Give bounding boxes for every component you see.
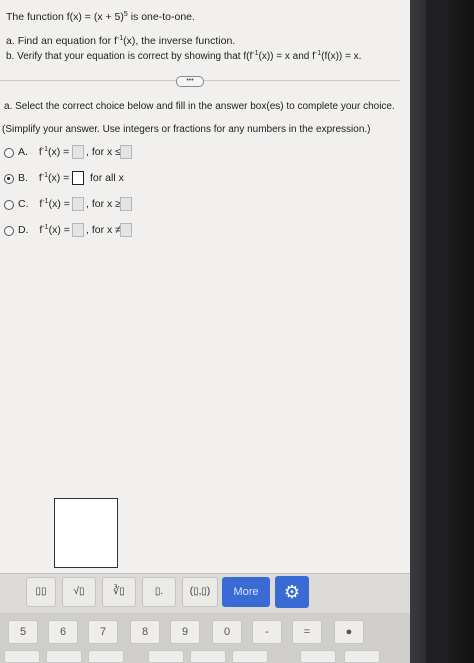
choice-a-condition: , for x ≤ bbox=[86, 146, 121, 158]
keyboard-row-key[interactable] bbox=[46, 650, 82, 663]
keyboard-row-key[interactable] bbox=[88, 650, 124, 663]
keyboard-row-key[interactable] bbox=[232, 650, 268, 663]
choice-d-letter: D. bbox=[18, 224, 29, 236]
choice-b-letter: B. bbox=[18, 172, 28, 184]
choice-a-expression-box[interactable] bbox=[72, 145, 84, 159]
radio-choice-d[interactable] bbox=[4, 226, 14, 236]
key-6[interactable]: 6 bbox=[48, 620, 78, 644]
cube-root-button[interactable]: ∛▯ bbox=[102, 577, 136, 607]
radio-choice-a[interactable] bbox=[4, 148, 14, 158]
statement-post: is one-to-one. bbox=[127, 11, 195, 23]
part-a-label: a. bbox=[6, 35, 15, 47]
part-a-text2: (x), the inverse function. bbox=[123, 35, 236, 47]
keyboard-row-key[interactable] bbox=[4, 650, 40, 663]
choice-b-condition: for all x bbox=[90, 172, 124, 184]
choice-a[interactable]: A. f-1(x) = bbox=[18, 146, 69, 158]
part-b-text3: (f(x)) = x. bbox=[321, 51, 362, 62]
key-minus[interactable]: - bbox=[252, 620, 282, 644]
keyboard-row-key[interactable] bbox=[190, 650, 226, 663]
choice-c-value-box[interactable] bbox=[120, 197, 132, 211]
part-b-label: b. bbox=[6, 51, 15, 62]
choice-d-expression-box[interactable] bbox=[72, 223, 84, 237]
gear-icon[interactable]: ⚙ bbox=[275, 576, 309, 608]
device-bezel-inner bbox=[426, 0, 448, 663]
part-b-line: b. Verify that your equation is correct … bbox=[6, 50, 361, 62]
problem-statement: The function f(x) = (x + 5)5 is one-to-o… bbox=[6, 11, 195, 23]
keyboard-row-key[interactable] bbox=[344, 650, 380, 663]
question-prompt: a. Select the correct choice below and f… bbox=[4, 101, 395, 112]
choice-c[interactable]: C. f-1(x) = bbox=[18, 198, 70, 210]
choice-d-lhs: (x) = bbox=[48, 224, 70, 236]
choice-a-lhs: (x) = bbox=[48, 146, 70, 158]
choice-b-lhs: (x) = bbox=[48, 172, 70, 184]
expand-button[interactable]: ••• bbox=[176, 76, 204, 87]
key-9[interactable]: 9 bbox=[170, 620, 200, 644]
radio-choice-b[interactable] bbox=[4, 174, 14, 184]
answer-preview-box[interactable] bbox=[54, 498, 118, 568]
statement-pre: The function f(x) = (x + 5) bbox=[6, 11, 124, 23]
ordered-pair-button[interactable]: (▯,▯) bbox=[182, 577, 218, 607]
choice-a-value-box[interactable] bbox=[120, 145, 132, 159]
part-b-text: Verify that your equation is correct by … bbox=[17, 51, 253, 62]
choice-c-condition: , for x ≥ bbox=[86, 198, 121, 210]
radio-choice-c[interactable] bbox=[4, 200, 14, 210]
decimal-button[interactable]: ▯. bbox=[142, 577, 176, 607]
choice-c-letter: C. bbox=[18, 198, 29, 210]
sqrt-button[interactable]: √▯ bbox=[62, 577, 96, 607]
record-icon[interactable]: ● bbox=[334, 620, 364, 644]
choice-d-condition: , for x ≠ bbox=[86, 224, 121, 236]
question-hint: (Simplify your answer. Use integers or f… bbox=[2, 124, 371, 135]
keyboard-row-key[interactable] bbox=[300, 650, 336, 663]
part-a-line: a. Find an equation for f-1(x), the inve… bbox=[6, 35, 235, 47]
keyboard-row-key[interactable] bbox=[148, 650, 184, 663]
choice-a-letter: A. bbox=[18, 146, 28, 158]
choice-d-value-box[interactable] bbox=[120, 223, 132, 237]
choice-b[interactable]: B. f-1(x) = bbox=[18, 172, 69, 184]
choice-c-expression-box[interactable] bbox=[72, 197, 84, 211]
choice-c-lhs: (x) = bbox=[48, 198, 70, 210]
key-0[interactable]: 0 bbox=[212, 620, 242, 644]
part-b-text2: (x)) = x and f bbox=[258, 51, 315, 62]
more-button[interactable]: More bbox=[222, 577, 270, 607]
fraction-button[interactable]: ▯▯ bbox=[26, 577, 56, 607]
key-7[interactable]: 7 bbox=[88, 620, 118, 644]
part-a-text: Find an equation for f bbox=[17, 35, 117, 47]
choice-b-expression-box[interactable] bbox=[72, 171, 84, 185]
choice-d[interactable]: D. f-1(x) = bbox=[18, 224, 70, 236]
key-5[interactable]: 5 bbox=[8, 620, 38, 644]
key-equals[interactable]: = bbox=[292, 620, 322, 644]
key-8[interactable]: 8 bbox=[130, 620, 160, 644]
